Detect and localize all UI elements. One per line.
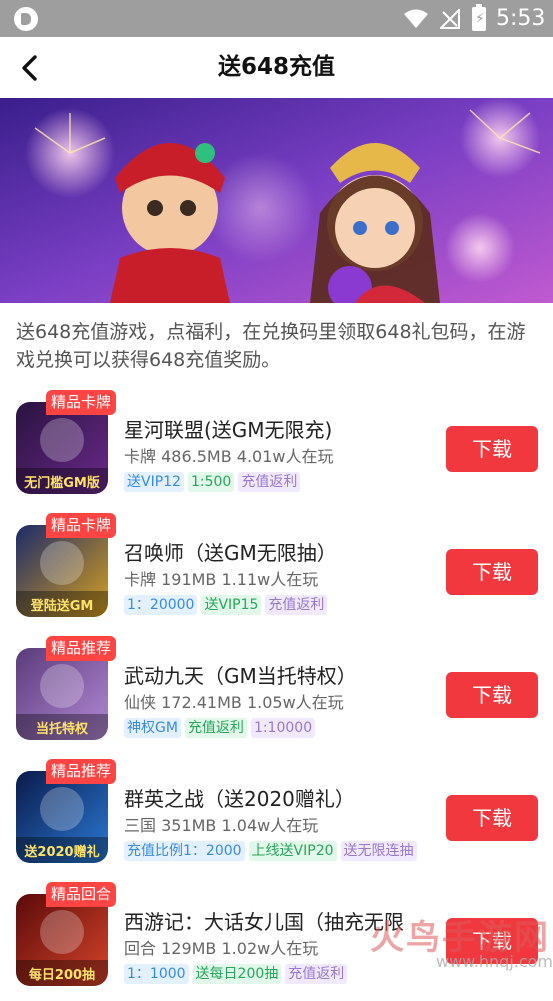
app-notification-icon [14,7,38,31]
download-button[interactable]: 下载 [446,549,538,595]
game-tag: 充值返利 [238,472,301,492]
game-meta: 仙侠 172.41MB 1.05w人在玩 [124,693,344,712]
download-button[interactable]: 下载 [446,426,538,472]
download-button[interactable]: 下载 [446,672,538,718]
game-tag: 充值返利 [265,595,328,615]
game-icon-caption: 每日200抽 [29,967,95,983]
page-header: 送648充值 [0,37,553,98]
game-tags: 送VIP12 1:500 充值返利 [124,472,301,492]
game-name[interactable]: 武动九天（GM当托特权） [124,662,357,690]
game-list-item[interactable]: 送2020赠礼 精品推荐 群英之战（送2020赠礼） 三国 351MB 1.04… [0,755,553,878]
game-list-item[interactable]: 无门槛GM版 精品卡牌 星河联盟(送GM无限充) 卡牌 486.5MB 4.01… [0,386,553,509]
chevron-left-icon[interactable] [14,52,46,84]
game-icon-image[interactable]: 每日200抽 [16,894,108,986]
game-tag: 充值返利 [285,964,348,984]
game-tag: 1：1000 [124,964,189,984]
game-tag: 1：20000 [124,595,198,615]
promo-description: 送648充值游戏，点福利，在兑换码里领取648礼包码，在游戏兑换可以获得648充… [16,321,526,371]
game-list-item[interactable]: 当托特权 精品推荐 武动九天（GM当托特权） 仙侠 172.41MB 1.05w… [0,632,553,755]
game-tags: 1：20000 送VIP15 充值返利 [124,595,328,615]
game-tags: 1：1000 送每日200抽 充值返利 [124,964,348,984]
download-button[interactable]: 下载 [446,795,538,841]
game-tag: 1:10000 [250,718,316,738]
game-meta: 三国 351MB 1.04w人在玩 [124,816,319,835]
status-time: 5:53 [496,6,546,31]
game-tag: 充值返利 [184,718,247,738]
category-badge: 精品回合 [46,882,117,907]
game-icon-caption: 当托特权 [36,721,89,737]
wifi-icon [404,9,428,28]
page-title: 送648充值 [217,54,335,80]
game-list-item[interactable]: 登陆送GM 精品卡牌 召唤师（送GM无限抽） 卡牌 191MB 1.11w人在玩… [0,509,553,632]
game-name[interactable]: 西游记：大话女儿国（抽充无限 [124,908,404,936]
game-meta: 卡牌 486.5MB 4.01w人在玩 [124,447,334,466]
game-icon-image[interactable]: 送2020赠礼 [16,771,108,863]
game-tags: 神权GM 充值返利 1:10000 [124,718,316,738]
category-badge: 精品卡牌 [46,513,117,538]
game-name[interactable]: 召唤师（送GM无限抽） [124,539,337,567]
game-icon-image[interactable]: 登陆送GM [16,525,108,617]
battery-icon: ⚡ [472,4,486,31]
watermark-url: www.hnqj.com [436,952,553,971]
game-tag: 送VIP12 [124,472,184,492]
status-bar: ⚡ 5:53 [0,0,553,37]
game-tag: 送无限连抽 [340,841,417,861]
game-icon-image[interactable]: 当托特权 [16,648,108,740]
category-badge: 精品推荐 [46,636,117,661]
game-tag: 1:500 [187,472,235,492]
game-tag: 送每日200抽 [192,964,282,984]
category-badge: 精品卡牌 [46,390,117,415]
signal-icon [440,9,460,29]
game-name[interactable]: 星河联盟(送GM无限充) [124,416,332,444]
game-tags: 充值比例1：2000 上线送VIP20 送无限连抽 [124,841,417,861]
game-tag: 送VIP15 [201,595,262,615]
game-tag: 上线送VIP20 [248,841,337,861]
game-name[interactable]: 群英之战（送2020赠礼） [124,785,355,813]
site-watermark: 火鸟手游网 www.hnqj.com [370,910,553,980]
game-icon-image[interactable]: 无门槛GM版 [16,402,108,494]
game-icon-caption: 登陆送GM [30,598,94,614]
game-meta: 卡牌 191MB 1.11w人在玩 [124,570,319,589]
game-tag: 神权GM [124,718,181,738]
game-meta: 回合 129MB 1.02w人在玩 [124,939,319,958]
promo-banner-image [0,98,553,303]
game-icon-caption: 送2020赠礼 [23,844,99,860]
game-tag: 充值比例1：2000 [124,841,245,861]
category-badge: 精品推荐 [46,759,117,784]
game-icon-caption: 无门槛GM版 [23,475,100,491]
